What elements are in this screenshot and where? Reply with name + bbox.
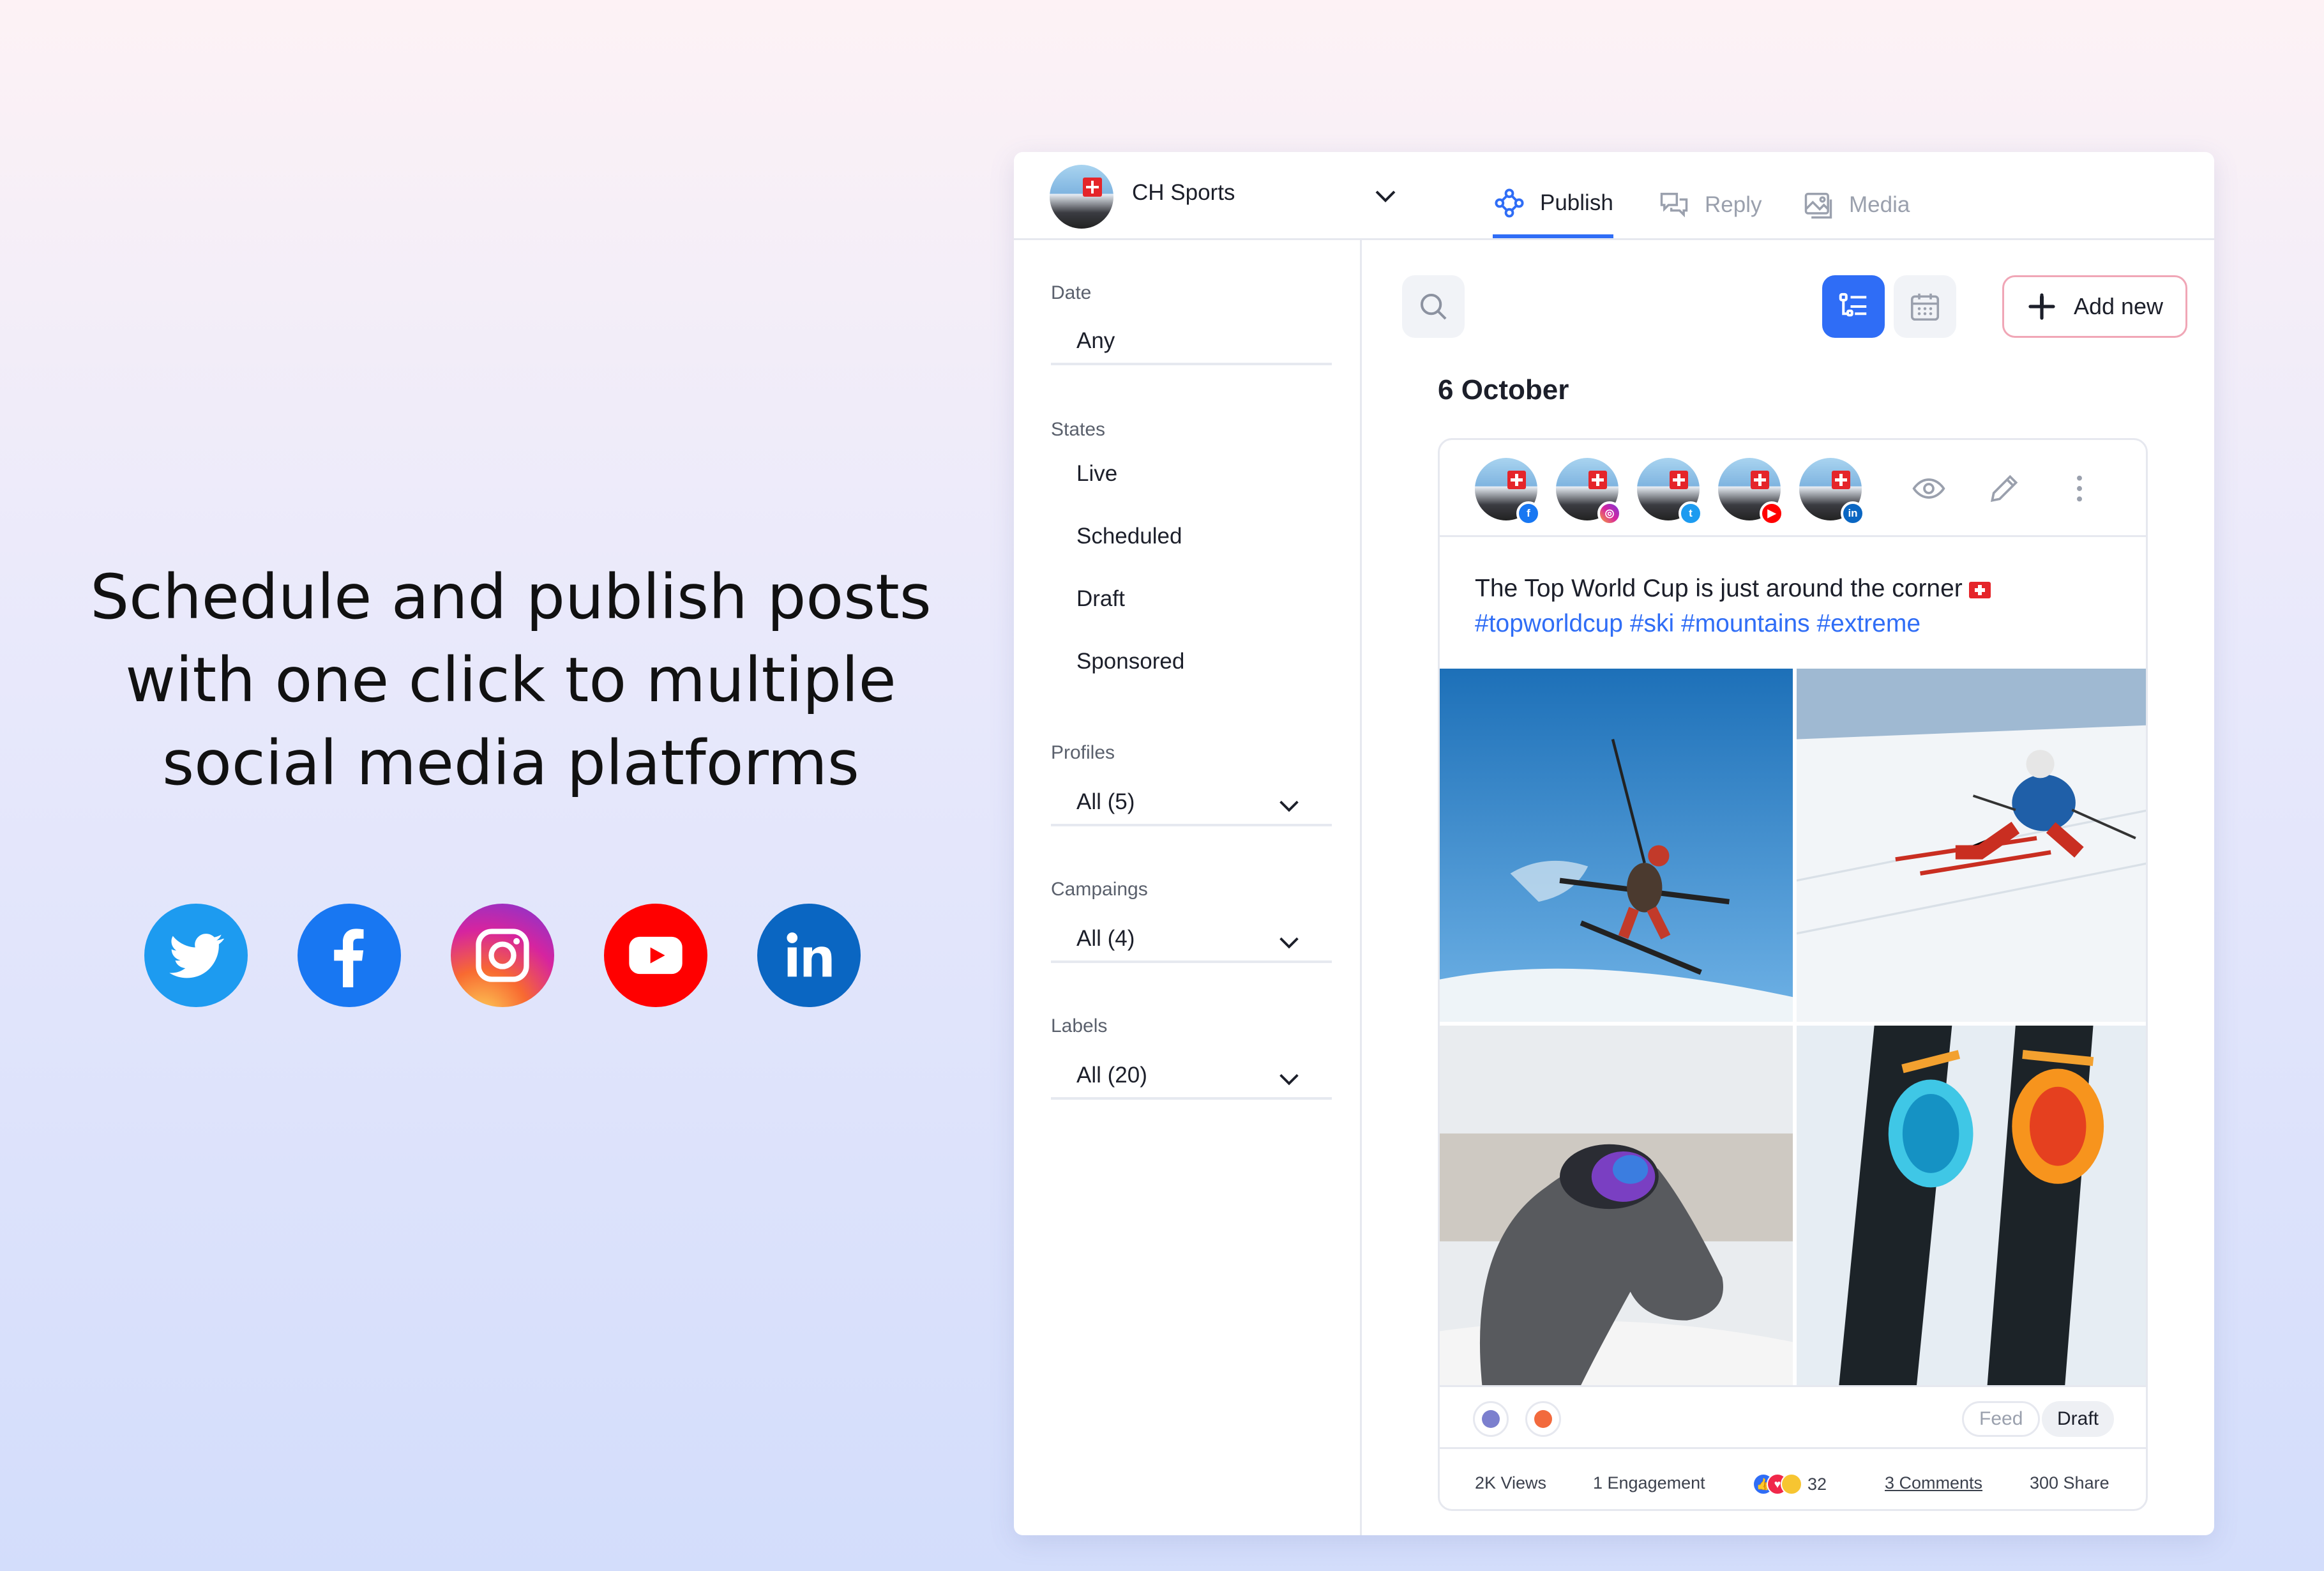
engagement-stat: 1 Engagement xyxy=(1593,1473,1705,1492)
search-button[interactable] xyxy=(1402,275,1465,338)
haha-reaction-icon xyxy=(1781,1473,1802,1495)
ski-goggles-photo[interactable] xyxy=(1797,1026,2146,1385)
calendar-view-button[interactable] xyxy=(1894,275,1956,338)
tab-reply[interactable]: Reply xyxy=(1657,171,1762,238)
add-icon xyxy=(2028,293,2055,320)
top-bar: CH Sports Publish Reply Media xyxy=(1014,152,2214,240)
state-live[interactable]: Live xyxy=(1076,461,1117,487)
media-icon xyxy=(1804,192,1832,218)
chip-draft: Draft xyxy=(2042,1401,2115,1437)
linkedin-icon xyxy=(757,904,861,1007)
profiles-value: All (5) xyxy=(1076,789,1135,814)
calendar-icon xyxy=(1910,293,1940,321)
swiss-flag-icon xyxy=(1968,581,1991,598)
tab-media-label: Media xyxy=(1849,192,1910,217)
twitter-icon xyxy=(144,904,248,1007)
labels-value: All (20) xyxy=(1076,1063,1147,1088)
ski-jump-photo[interactable] xyxy=(1440,669,1793,1022)
reply-icon xyxy=(1660,192,1688,217)
state-sponsored[interactable]: Sponsored xyxy=(1076,649,1184,674)
label-dot-orange[interactable] xyxy=(1525,1401,1561,1437)
post-body: The Top World Cup is just around the cor… xyxy=(1475,575,1963,602)
publish-icon xyxy=(1495,188,1524,218)
reactions-count: 32 xyxy=(1807,1474,1827,1494)
state-draft[interactable]: Draft xyxy=(1076,586,1125,612)
search-icon xyxy=(1420,293,1447,320)
edit-pencil-icon[interactable] xyxy=(1986,471,2022,506)
state-scheduled[interactable]: Scheduled xyxy=(1076,524,1182,549)
comments-link[interactable]: 3 Comments xyxy=(1885,1473,1982,1493)
tab-media[interactable]: Media xyxy=(1802,171,1910,238)
list-icon xyxy=(1839,292,1867,317)
campaigns-value: All (4) xyxy=(1076,926,1135,951)
promo-headline: Schedule and publish posts with one clic… xyxy=(64,556,958,805)
post-text: The Top World Cup is just around the cor… xyxy=(1475,571,2113,641)
date-field[interactable]: Any xyxy=(1051,319,1332,365)
linkedin-icon: in xyxy=(1841,501,1865,526)
reactions-stat: 👍 ♥ 32 xyxy=(1753,1473,1827,1495)
preview-eye-icon[interactable] xyxy=(1911,471,1947,506)
headline-line-3: social media platforms xyxy=(162,727,859,799)
account-name[interactable]: CH Sports xyxy=(1132,180,1235,206)
date-label: Date xyxy=(1051,282,1092,303)
add-new-button[interactable]: Add new xyxy=(2002,275,2187,338)
post-card-header: f ◎ t ▶ in xyxy=(1440,440,2146,537)
skier-slope-photo[interactable] xyxy=(1797,669,2146,1022)
labels-select[interactable]: All (20) xyxy=(1051,1054,1332,1100)
views-stat: 2K Views xyxy=(1475,1473,1547,1492)
instagram-icon: ◎ xyxy=(1597,501,1622,526)
youtube-icon xyxy=(604,904,707,1007)
tab-reply-label: Reply xyxy=(1705,192,1762,217)
facebook-icon: f xyxy=(1516,501,1541,526)
chevron-down-icon xyxy=(1279,800,1299,812)
dog-goggles-photo[interactable] xyxy=(1440,1026,1793,1385)
post-labels-bar: Feed Draft xyxy=(1440,1385,2146,1449)
profiles-label: Profiles xyxy=(1051,742,1115,763)
chip-feed: Feed xyxy=(1962,1401,2041,1437)
headline-line-2: with one click to multiple xyxy=(125,644,896,716)
tab-publish-label: Publish xyxy=(1540,190,1613,215)
facebook-icon xyxy=(298,904,401,1007)
campaigns-select[interactable]: All (4) xyxy=(1051,917,1332,963)
chevron-down-icon xyxy=(1279,937,1299,949)
profiles-select[interactable]: All (5) xyxy=(1051,780,1332,826)
tab-publish[interactable]: Publish xyxy=(1493,171,1613,238)
app-window: CH Sports Publish Reply Media Date Any S… xyxy=(1014,152,2214,1535)
instagram-icon xyxy=(451,904,554,1007)
more-options-icon[interactable] xyxy=(2062,471,2097,506)
post-hashtags[interactable]: #topworldcup #ski #mountains #extreme xyxy=(1475,610,1920,637)
states-label: States xyxy=(1051,419,1106,440)
list-view-button[interactable] xyxy=(1822,275,1885,338)
youtube-icon: ▶ xyxy=(1760,501,1784,526)
account-avatar[interactable] xyxy=(1050,165,1113,229)
chevron-down-icon[interactable] xyxy=(1370,180,1401,211)
shares-stat: 300 Share xyxy=(2030,1473,2109,1492)
main-content: Add new 6 October f ◎ t ▶ in The Top Wor… xyxy=(1364,240,2214,1535)
date-heading: 6 October xyxy=(1438,374,1569,406)
chevron-down-icon xyxy=(1279,1074,1299,1086)
campaigns-label: Campaings xyxy=(1051,879,1148,900)
headline-line-1: Schedule and publish posts xyxy=(90,561,932,633)
add-new-label: Add new xyxy=(2073,293,2164,319)
filters-sidebar: Date Any States Live Scheduled Draft Spo… xyxy=(1014,240,1362,1535)
post-card[interactable]: f ◎ t ▶ in The Top World Cup is just aro… xyxy=(1438,438,2148,1511)
labels-label: Labels xyxy=(1051,1015,1108,1036)
label-dot-purple[interactable] xyxy=(1473,1401,1509,1437)
date-value: Any xyxy=(1076,328,1115,353)
twitter-icon: t xyxy=(1679,501,1703,526)
